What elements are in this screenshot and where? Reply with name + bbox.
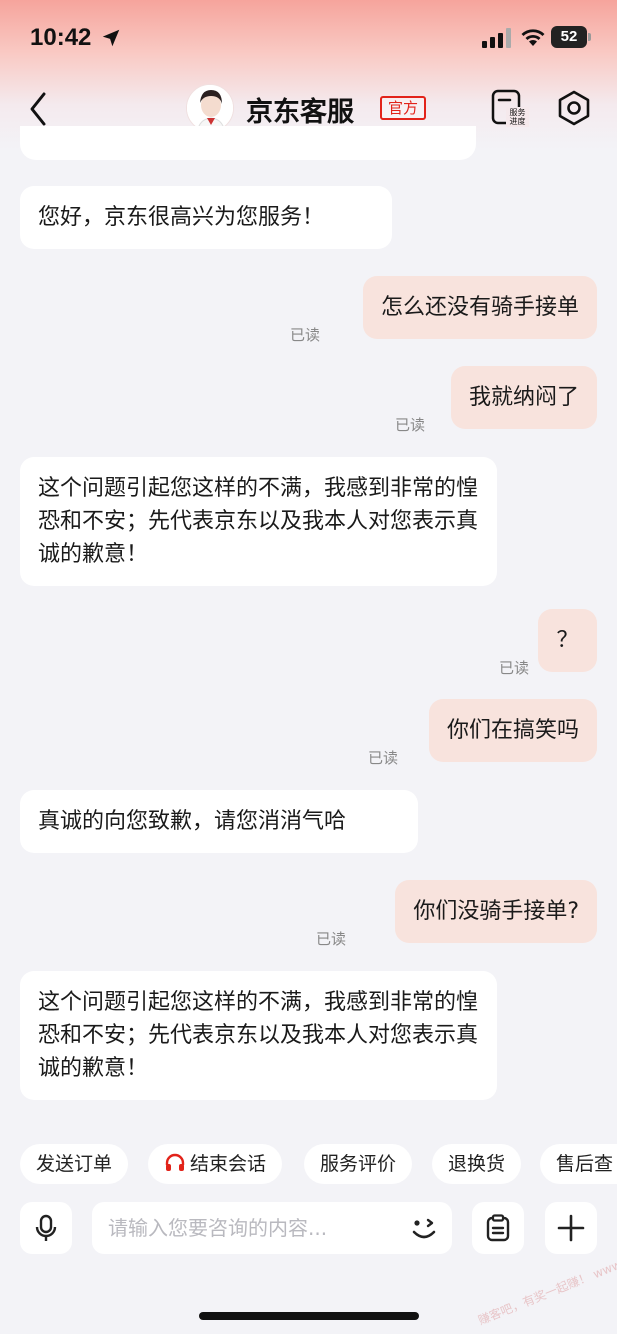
message-text: 怎么还没有骑手接单 [380,295,579,320]
progress-label-line2: 进度 [510,116,526,126]
agent-avatar [186,84,234,132]
wifi-icon [521,29,545,46]
chip-label: 售后查 [556,1153,614,1175]
message-text: 您好，京东很高兴为您服务！ [38,205,325,230]
message-text: 你们没骑手接单? [413,899,579,924]
message-text: 你们在搞笑吗 [446,718,579,743]
headset-icon [165,1153,185,1171]
settings-gear-icon[interactable] [556,90,592,126]
chip-label: 结束会话 [190,1153,267,1175]
emoji-wink-icon[interactable] [408,1214,440,1244]
more-button[interactable] [545,1202,597,1254]
message-text: 我就纳闷了 [468,385,579,410]
page-title: 京东客服 [246,97,354,128]
message-bubble-user[interactable]: 怎么还没有骑手接单 [362,276,597,339]
read-status: 已读 [395,416,426,434]
message-bubble-user[interactable]: 你们没骑手接单? [395,880,597,943]
status-bar: 10:42 52 [0,0,617,76]
message-bubble-user[interactable]: ？ [538,609,597,672]
message-bubble-agent[interactable]: 真诚的向您致歉，请您消消气哈 [20,790,418,853]
chip-label: 服务评价 [320,1153,397,1175]
voice-button[interactable] [20,1202,72,1254]
read-status: 已读 [290,326,321,344]
message-bubble-agent[interactable]: 您好，京东很高兴为您服务！ [20,186,392,249]
location-arrow-icon [102,29,120,47]
message-text: 这个问题引起您这样的不满，我感到非常的惶恐和不安；先代表京东以及我本人对您表示真… [38,990,479,1081]
home-indicator[interactable] [199,1312,419,1320]
read-status: 已读 [316,930,347,948]
order-clipboard-button[interactable] [472,1202,524,1254]
progress-label-line1: 服务 [510,107,526,117]
chip-label: 发送订单 [36,1153,113,1175]
quick-reply-after-sales[interactable]: 售后查 [540,1144,617,1184]
plus-icon [557,1214,585,1242]
message-bubble-agent[interactable]: 这个问题引起您这样的不满，我感到非常的惶恐和不安；先代表京东以及我本人对您表示真… [20,457,497,586]
back-chevron-icon[interactable] [24,90,52,128]
message-input[interactable] [92,1202,452,1254]
service-progress-icon[interactable]: 服务 进度 [490,88,530,128]
input-bar [0,1202,617,1258]
quick-reply-service-rating[interactable]: 服务评价 [304,1144,413,1184]
microphone-icon [35,1214,57,1241]
message-bubble-user[interactable]: 我就纳闷了 [450,366,597,429]
quick-reply-send-order[interactable]: 发送订单 [20,1144,129,1184]
message-list[interactable]: 您好，京东很高兴为您服务！ 已读 怎么还没有骑手接单 已读 我就纳闷了 这个问题… [0,126,617,1136]
message-text: 真诚的向您致歉，请您消消气哈 [38,809,347,834]
quick-reply-return-exchange[interactable]: 退换货 [432,1144,522,1184]
chip-label: 退换货 [448,1153,506,1175]
battery-level: 52 [551,26,587,48]
previous-card [20,126,476,160]
clock: 10:42 [30,24,92,51]
quick-reply-end-session[interactable]: 结束会话 [148,1144,283,1184]
read-status: 已读 [499,659,530,677]
quick-reply-bar: 发送订单 结束会话 服务评价 退换货 售后查 [0,1144,617,1184]
official-badge: 官方 [380,96,427,120]
chat-screen: 10:42 52 京东客服 官方 服务 进度 您好，京东很高兴为您服务！ 已读 … [0,0,617,1334]
battery-indicator: 52 [551,26,591,48]
read-status: 已读 [368,749,399,767]
message-bubble-user[interactable]: 你们在搞笑吗 [428,699,597,762]
agent-portrait-icon [187,85,233,131]
message-text: 这个问题引起您这样的不满，我感到非常的惶恐和不安；先代表京东以及我本人对您表示真… [38,476,479,567]
message-bubble-agent[interactable]: 这个问题引起您这样的不满，我感到非常的惶恐和不安；先代表京东以及我本人对您表示真… [20,971,497,1100]
message-text: ？ [556,628,579,653]
cellular-signal-icon [482,28,511,48]
clipboard-icon [486,1214,510,1242]
